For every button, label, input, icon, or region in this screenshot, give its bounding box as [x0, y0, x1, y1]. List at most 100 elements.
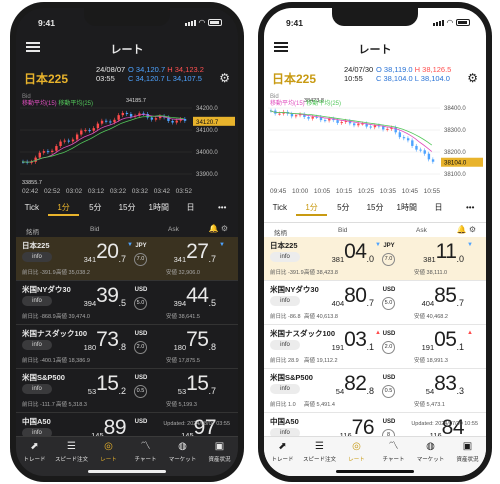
candle [63, 140, 66, 142]
ask-price[interactable]: 19105.1 [394, 328, 464, 354]
rate-row[interactable]: 日本225 info 前日比 -391.9 38104.0 38111.0 ▼ ▼ JPY 7.… [264, 237, 486, 281]
rate-row[interactable]: 米国NYダウ30 info 前日比 -86.8 40480.7 40485.7 USD 5.… [264, 281, 486, 325]
nav-item[interactable]: ☰ スピード注文 [301, 437, 338, 476]
ask-price[interactable]: 5483.3 [394, 372, 464, 398]
nav-icon: ◍ [426, 441, 435, 452]
bid-price[interactable]: 19103.1 [304, 328, 374, 354]
ask-price-decimal: .5 [208, 298, 216, 308]
timeframe-tab[interactable]: 1分 [47, 200, 80, 216]
bid-price[interactable]: 38104.0 [304, 240, 374, 266]
info-button[interactable]: info [270, 296, 300, 306]
timeframe-tab[interactable]: 日 [175, 200, 207, 216]
nav-item[interactable]: ▣ 資産状況 [201, 437, 238, 476]
info-button[interactable]: info [270, 384, 300, 394]
ask-price-main: 15 [186, 372, 209, 395]
ask-price-main: 75 [186, 328, 209, 351]
ask-price[interactable]: 38111.0 [394, 240, 464, 266]
quote-ohlc: O 34,120.7 H 34,123.2 C 34,120.7 L 34,10… [128, 65, 204, 83]
bid-price[interactable]: 34120.7 [56, 240, 126, 266]
nav-label: トレード [271, 457, 294, 463]
bid-price[interactable]: 18073.8 [56, 328, 126, 354]
bid-price[interactable]: 5482.8 [304, 372, 374, 398]
ask-price[interactable]: 40485.7 [394, 284, 464, 310]
quote-header: 日本225 24/08/07 03:55 O 34,120.7 H 34,123… [16, 62, 238, 92]
nav-label: レート [100, 457, 117, 463]
ask-price-main: 85 [434, 284, 457, 307]
bid-price-main: 03 [344, 328, 367, 351]
info-button[interactable]: info [22, 296, 52, 306]
x-tick-label: 03:52 [175, 188, 192, 195]
ask-price[interactable]: 5315.7 [146, 372, 216, 398]
candle [183, 118, 187, 121]
quote-symbol[interactable]: 日本225 [272, 70, 316, 87]
nav-label: トレード [23, 457, 46, 463]
nav-icon: ☰ [315, 441, 324, 452]
rate-row[interactable]: 米国ナスダック100 info 前日比 28.9 19103.1 19105.1 ▲ ▲ US… [264, 325, 486, 369]
candle [109, 121, 112, 123]
gear-icon[interactable]: ⚙ [219, 71, 230, 85]
candle [117, 115, 120, 120]
nav-label: マーケット [416, 457, 445, 463]
timeframe-tab[interactable]: 1時間 [143, 200, 175, 216]
timeframe-tab[interactable]: 5分 [327, 200, 359, 216]
timeframe-tab[interactable]: ••• [454, 200, 486, 216]
candle [42, 151, 46, 153]
timeframe-tab[interactable]: 日 [423, 200, 455, 216]
candle [307, 117, 310, 119]
candle [38, 152, 41, 158]
bid-price-prefix: 180 [83, 343, 97, 352]
candle [67, 140, 71, 142]
candle [92, 128, 95, 131]
timeframe-tab[interactable]: Tick [264, 200, 296, 216]
spread-badge: 0.5 [134, 385, 147, 398]
timeframe-tabs: Tick 1分 5分 15分 1時間日 ••• [264, 200, 486, 216]
legend-ma25: 移動平均(25) [58, 101, 94, 107]
nav-bar: レート [16, 36, 238, 58]
bell-settings-icon[interactable]: 🔔 ⚙ [457, 225, 476, 234]
timeframe-tab[interactable]: 15分 [111, 200, 143, 216]
quote-symbol[interactable]: 日本225 [24, 70, 68, 87]
bid-price[interactable]: 39439.5 [56, 284, 126, 310]
candle [323, 120, 327, 122]
candle [71, 139, 75, 142]
rate-row[interactable]: 米国NYダウ30 info 前日比 -868.9 39439.5 39444.5 USD 5… [16, 281, 238, 325]
x-tick-label: 03:22 [109, 188, 127, 195]
rate-row[interactable]: 米国ナスダック100 info 前日比 -400.1 18073.8 18075.8 US… [16, 325, 238, 369]
timeframe-tab[interactable]: Tick [16, 200, 48, 216]
bid-price[interactable]: 5315.2 [56, 372, 126, 398]
info-button[interactable]: info [270, 252, 300, 262]
quote-time: 10:55 [344, 74, 363, 83]
nav-item[interactable]: ◍ マーケット [412, 437, 449, 476]
info-button[interactable]: info [22, 384, 52, 394]
timeframe-tab[interactable]: ••• [206, 200, 238, 216]
rate-row[interactable]: 日本225 info 前日比 -391.9 34120.7 34127.7 ▼ ▼ JPY 7.… [16, 237, 238, 281]
nav-item[interactable]: ◍ マーケット [164, 437, 201, 476]
info-button[interactable]: info [270, 340, 300, 350]
timeframe-tab[interactable]: 1分 [295, 200, 328, 216]
nav-bar: レート [264, 36, 486, 58]
nav-item[interactable]: ▣ 資産状況 [449, 437, 486, 476]
info-button[interactable]: info [22, 252, 52, 262]
bell-settings-icon[interactable]: 🔔 ⚙ [209, 224, 228, 233]
timeframe-tab[interactable]: 15分 [359, 200, 391, 216]
bid-direction-icon: ▲ [375, 330, 381, 336]
info-button[interactable]: info [22, 340, 52, 350]
ask-price[interactable]: 39444.5 [146, 284, 216, 310]
y-tick-label: 38300.0 [444, 128, 466, 134]
bid-price-decimal: .8 [118, 342, 126, 352]
rate-row[interactable]: 米国S&P500 info 前日比 1.0 5482.8 5483.3 USD 0.5 高値 … [264, 369, 486, 413]
currency-unit: USD [382, 375, 396, 381]
nav-item[interactable]: ☰ スピード注文 [53, 437, 90, 476]
timeframe-tab[interactable]: 1時間 [391, 200, 423, 216]
rate-row[interactable]: 米国S&P500 info 前日比 -111.7 5315.2 5315.7 USD 0.5… [16, 369, 238, 413]
bid-price[interactable]: 40480.7 [304, 284, 374, 310]
timeframe-tab[interactable]: 5分 [79, 200, 111, 216]
nav-item[interactable]: ⬈ トレード [264, 437, 301, 476]
ask-price[interactable]: 34127.7 [146, 240, 216, 266]
gear-icon[interactable]: ⚙ [467, 71, 478, 85]
nav-item[interactable]: ⬈ トレード [16, 437, 53, 476]
candle [406, 138, 410, 141]
battery-icon [456, 19, 470, 26]
bid-direction-icon: ▼ [127, 242, 133, 248]
ask-price[interactable]: 18075.8 [146, 328, 216, 354]
